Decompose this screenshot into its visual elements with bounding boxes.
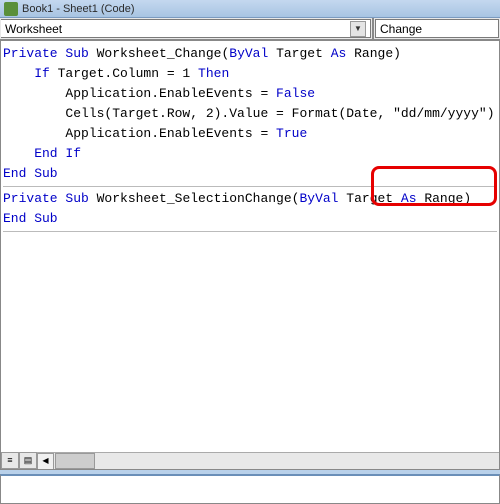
chevron-down-icon: ▼ xyxy=(350,21,366,37)
code-line: End Sub xyxy=(3,209,497,229)
horizontal-scrollbar[interactable]: ◀ xyxy=(37,452,499,469)
window-title: Book1 - Sheet1 (Code) xyxy=(22,3,135,15)
code-line: End Sub xyxy=(3,164,497,184)
procedure-separator xyxy=(3,186,497,187)
code-line: Private Sub Worksheet_SelectionChange(By… xyxy=(3,189,497,209)
code-line: Cells(Target.Row, 2).Value = Format(Date… xyxy=(3,104,497,124)
scroll-left-icon[interactable]: ◀ xyxy=(37,453,54,470)
object-dropdown[interactable]: Worksheet ▼ xyxy=(1,19,371,38)
full-module-view-button[interactable]: ≡ xyxy=(1,452,19,469)
procedure-view-button[interactable]: ▤ xyxy=(19,452,37,469)
procedure-separator xyxy=(3,231,497,232)
procedure-dropdown-value: Change xyxy=(380,22,422,36)
code-line: Application.EnableEvents = False xyxy=(3,84,497,104)
view-buttons: ≡ ▤ xyxy=(1,452,37,469)
code-line: Private Sub Worksheet_Change(ByVal Targe… xyxy=(3,44,497,64)
object-dropdown-value: Worksheet xyxy=(5,22,62,36)
code-line: End If xyxy=(3,144,497,164)
code-line: If Target.Column = 1 Then xyxy=(3,64,497,84)
object-procedure-selector: Worksheet ▼ Change xyxy=(0,18,500,40)
scrollbar-thumb[interactable] xyxy=(55,453,95,469)
scrollbar-track[interactable] xyxy=(95,453,499,469)
dropdown-separator xyxy=(372,18,374,39)
vba-module-icon xyxy=(4,2,18,16)
code-line: Application.EnableEvents = True xyxy=(3,124,497,144)
procedure-dropdown[interactable]: Change xyxy=(375,19,499,38)
window-titlebar: Book1 - Sheet1 (Code) xyxy=(0,0,500,18)
code-editor[interactable]: Private Sub Worksheet_Change(ByVal Targe… xyxy=(0,40,500,470)
